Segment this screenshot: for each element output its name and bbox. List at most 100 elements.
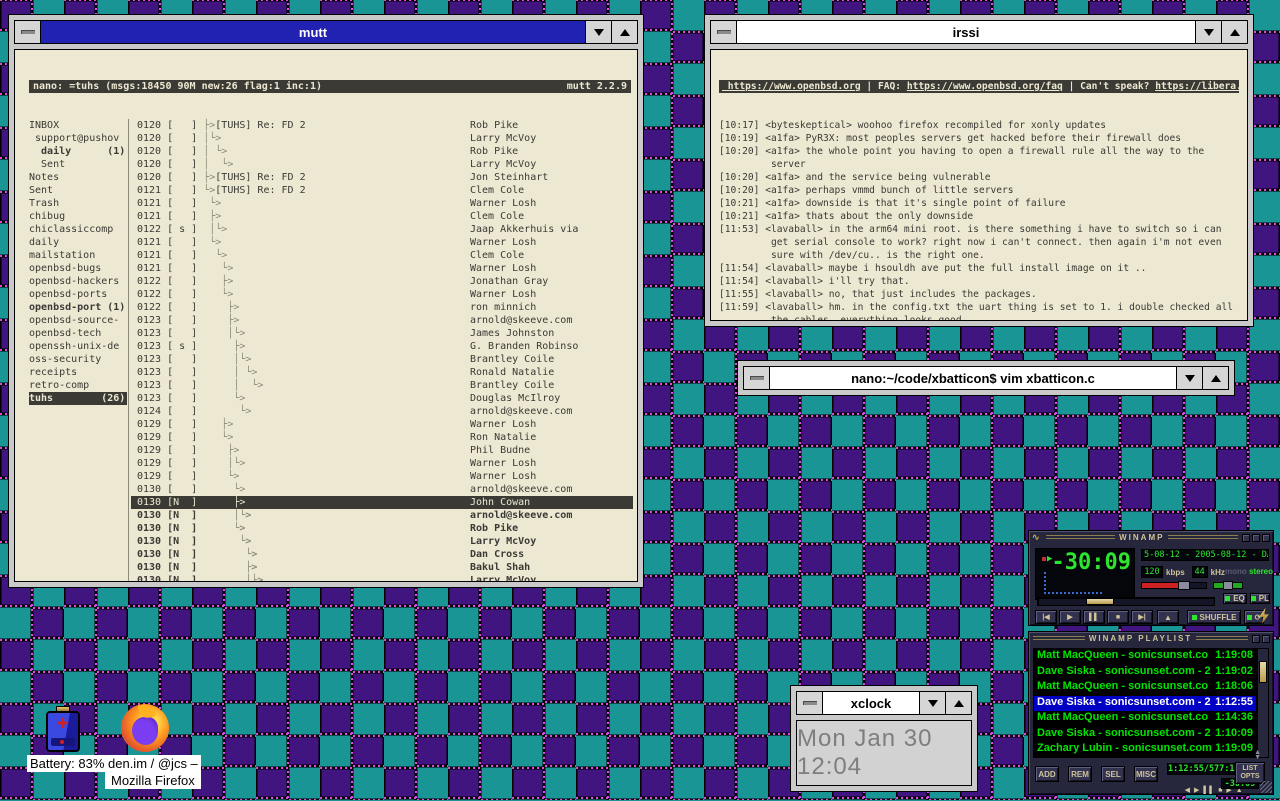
- balance-thumb[interactable]: [1223, 581, 1233, 590]
- playlist-track[interactable]: Zachary Lubin - sonicsunset.com1:19:09: [1034, 742, 1256, 758]
- playlist-scroll-arrows[interactable]: ▲▼: [1254, 750, 1261, 760]
- mutt-minimize-button[interactable]: [585, 21, 611, 43]
- mailbox-item[interactable]: daily (1): [29, 145, 127, 158]
- eq-button[interactable]: EQ: [1223, 593, 1247, 604]
- balance-slider[interactable]: [1213, 582, 1243, 589]
- add-button[interactable]: ADD: [1035, 766, 1059, 782]
- mail-row[interactable]: 0122 [ ] ├>ron minnich: [131, 301, 633, 314]
- topic-url[interactable]: https://libera.: [1155, 81, 1242, 92]
- firefox-icon[interactable]: [121, 704, 169, 752]
- mail-row[interactable]: 0130 [N ] ├>Bakul Shah: [131, 561, 633, 574]
- misc-button[interactable]: MISC: [1134, 766, 1158, 782]
- xbatticon-menu-button[interactable]: [744, 367, 770, 389]
- playlist-track[interactable]: Dave Siska - sonicsunset.com - 21:19:02: [1034, 665, 1256, 681]
- irssi-menu-button[interactable]: [711, 21, 737, 43]
- winamp-close-button[interactable]: [1262, 534, 1270, 542]
- mailbox-item[interactable]: Sent: [29, 158, 127, 171]
- mail-row[interactable]: 0129 [ ] │└>Warner Losh: [131, 457, 633, 470]
- xclock-menu-button[interactable]: [797, 692, 823, 714]
- mailbox-item[interactable]: Trash: [29, 197, 127, 210]
- playlist-track[interactable]: Matt MacQueen - sonicsunset.co1:19:08: [1034, 649, 1256, 665]
- seek-thumb[interactable]: [1086, 598, 1114, 605]
- mailbox-item[interactable]: oss-security: [29, 353, 127, 366]
- pause-button[interactable]: ▌▌: [1083, 610, 1105, 624]
- mail-row[interactable]: 0130 [N ] ├>John Cowan: [131, 496, 633, 509]
- irssi-minimize-button[interactable]: [1195, 21, 1221, 43]
- xbatticon-titlebar[interactable]: nano:~/code/xbatticon$ vim xbatticon.c: [743, 366, 1229, 390]
- mail-row[interactable]: 0120 [ ] │ └>Larry McVoy: [131, 158, 633, 171]
- shuffle-button[interactable]: SHUFFLE: [1187, 610, 1241, 624]
- mutt-menu-button[interactable]: [15, 21, 41, 43]
- mailbox-item[interactable]: openbsd-port (1): [29, 301, 127, 314]
- mail-row[interactable]: 0130 [N ] │├>Larry McVoy: [131, 574, 633, 582]
- mail-row[interactable]: 0121 [ ] └>Warner Losh: [131, 236, 633, 249]
- mail-row[interactable]: 0130 [ ] └>arnold@skeeve.com: [131, 483, 633, 496]
- playlist-titlebar[interactable]: WINAMP PLAYLIST: [1029, 632, 1273, 645]
- repeat-button[interactable]: ⟳: [1244, 610, 1264, 624]
- mail-row[interactable]: 0129 [ ] ├>Warner Losh: [131, 418, 633, 431]
- mail-row[interactable]: 0121 [ ] └>Warner Losh: [131, 197, 633, 210]
- winamp-time-display[interactable]: ▶ -30:09: [1035, 548, 1135, 600]
- mail-row[interactable]: 0123 [ ] │└>Brantley Coile: [131, 353, 633, 366]
- resize-grip[interactable]: [1260, 781, 1272, 793]
- playlist-track[interactable]: Dave Siska - sonicsunset.com - 21:10:09: [1034, 727, 1256, 743]
- mailbox-item[interactable]: daily: [29, 236, 127, 249]
- playlist-track[interactable]: Dave Siska - sonicsunset.com - 21:12:55: [1034, 696, 1256, 712]
- mail-row[interactable]: 0123 [ ] │ └>Ronald Natalie: [131, 366, 633, 379]
- mail-row[interactable]: 0121 [ ] └>[TUHS] Re: FD 2Clem Cole: [131, 184, 633, 197]
- sel-button[interactable]: SEL: [1101, 766, 1125, 782]
- volume-thumb[interactable]: [1178, 581, 1190, 590]
- mail-row[interactable]: 0122 [ ] ├>Jonathan Gray: [131, 275, 633, 288]
- rem-button[interactable]: REM: [1068, 766, 1092, 782]
- mail-row[interactable]: 0120 [ ] ├>[TUHS] Re: FD 2Rob Pike: [131, 119, 633, 132]
- scrollbar-handle[interactable]: [1259, 661, 1267, 683]
- mail-row[interactable]: 0120 [ ] ├>[TUHS] Re: FD 2Jon Steinhart: [131, 171, 633, 184]
- mailbox-item[interactable]: tuhs (26): [29, 392, 127, 405]
- battery-icon[interactable]: [46, 706, 82, 752]
- mutt-titlebar[interactable]: mutt: [14, 20, 638, 44]
- mailbox-item[interactable]: retro-comp: [29, 379, 127, 392]
- mail-row[interactable]: 0122 [ ] └>Warner Losh: [131, 288, 633, 301]
- topic-url[interactable]: https://www.openbsd.org: [722, 81, 861, 92]
- xbatticon-minimize-button[interactable]: [1176, 367, 1202, 389]
- mail-row[interactable]: 0130 [N ] │└>arnold@skeeve.com: [131, 509, 633, 522]
- mail-row[interactable]: 0129 [ ] └>Warner Losh: [131, 470, 633, 483]
- mail-row[interactable]: 0120 [ ] │└>Larry McVoy: [131, 132, 633, 145]
- winamp-shade-button[interactable]: [1252, 534, 1260, 542]
- mailbox-item[interactable]: mailstation: [29, 249, 127, 262]
- mail-row[interactable]: 0120 [ ] │ └>Rob Pike: [131, 145, 633, 158]
- mailbox-item[interactable]: chiclassiccomp: [29, 223, 127, 236]
- play-button[interactable]: ▶: [1059, 610, 1081, 624]
- previous-button[interactable]: |◀: [1035, 610, 1057, 624]
- mailbox-item[interactable]: Sent: [29, 184, 127, 197]
- playlist-track[interactable]: Matt MacQueen - sonicsunset.co1:14:36: [1034, 711, 1256, 727]
- mail-row[interactable]: 0123 [ ] └>Douglas McIlroy: [131, 392, 633, 405]
- mutt-maximize-button[interactable]: [611, 21, 637, 43]
- mail-row[interactable]: 0121 [ ] └>Warner Losh: [131, 262, 633, 275]
- winamp-minimize-button[interactable]: [1242, 534, 1250, 542]
- mail-row[interactable]: 0123 [ s ] ├>G. Branden Robinso: [131, 340, 633, 353]
- playlist-toggle-button[interactable]: PL: [1250, 593, 1270, 604]
- seek-slider[interactable]: [1037, 597, 1215, 606]
- mailbox-item[interactable]: INBOX: [29, 119, 127, 132]
- xclock-maximize-button[interactable]: [945, 692, 971, 714]
- mail-row[interactable]: 0130 [N ] └>Rob Pike: [131, 522, 633, 535]
- mailbox-item[interactable]: openbsd-source-: [29, 314, 127, 327]
- playlist-track[interactable]: Matt MacQueen - sonicsunset.co1:18:06: [1034, 680, 1256, 696]
- mailbox-item[interactable]: openbsd-bugs: [29, 262, 127, 275]
- xbatticon-maximize-button[interactable]: [1202, 367, 1228, 389]
- mailbox-item[interactable]: receipts: [29, 366, 127, 379]
- mailbox-item[interactable]: openbsd-hackers: [29, 275, 127, 288]
- firefox-icon-label[interactable]: den.im / @jcs – Mozilla Firefox: [105, 755, 201, 789]
- playlist-scrollbar[interactable]: [1257, 649, 1268, 757]
- playlist-close-button[interactable]: [1262, 635, 1270, 643]
- playlist-shade-button[interactable]: [1252, 635, 1260, 643]
- mailbox-item[interactable]: chibug: [29, 210, 127, 223]
- mailbox-item[interactable]: openbsd-tech: [29, 327, 127, 340]
- mailbox-item[interactable]: support@pushov: [29, 132, 127, 145]
- irssi-maximize-button[interactable]: [1221, 21, 1247, 43]
- winamp-titlebar[interactable]: ∿ WINAMP: [1029, 531, 1273, 544]
- mail-row[interactable]: 0121 [ ] └>Clem Cole: [131, 249, 633, 262]
- mail-row[interactable]: 0123 [ ] │ └>Brantley Coile: [131, 379, 633, 392]
- mail-row[interactable]: 0123 [ ] ├>arnold@skeeve.com: [131, 314, 633, 327]
